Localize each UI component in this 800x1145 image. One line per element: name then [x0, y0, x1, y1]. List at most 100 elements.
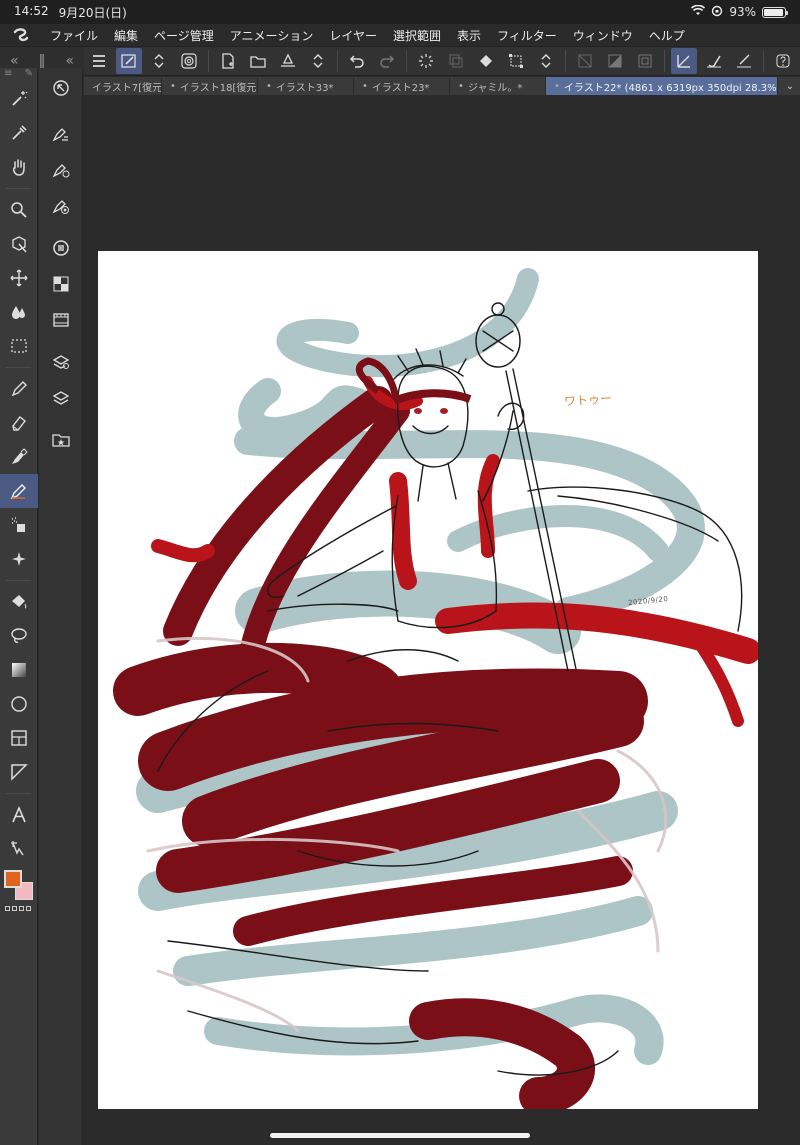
chevron-updown-icon[interactable]: [146, 48, 172, 74]
menu-item[interactable]: ヘルプ: [641, 27, 693, 44]
new-file-icon[interactable]: [215, 48, 241, 74]
undo-icon[interactable]: [344, 48, 370, 74]
open-folder-icon[interactable]: [245, 48, 271, 74]
menu-item[interactable]: フィルター: [489, 27, 565, 44]
menu-item[interactable]: ページ管理: [146, 27, 222, 44]
save-icon[interactable]: [275, 48, 301, 74]
layer-property-icon[interactable]: [39, 344, 83, 380]
magic-wand-tool-icon[interactable]: [0, 82, 38, 116]
fill-tool-icon[interactable]: [0, 585, 38, 619]
tab-document-active[interactable]: • イラスト22* (4861 x 6319px 350dpi 28.3%): [546, 77, 778, 95]
material-folder-icon[interactable]: [39, 422, 83, 458]
layers-icon[interactable]: [39, 380, 83, 416]
color-mode-strip[interactable]: [0, 906, 37, 911]
ink-pen-tool-icon[interactable]: [0, 474, 38, 508]
command-bar: « ‖ «: [0, 46, 800, 76]
color-set-icon[interactable]: [39, 266, 83, 302]
home-indicator[interactable]: [270, 1133, 530, 1138]
selection-border-icon[interactable]: [632, 48, 658, 74]
frame-border-tool-icon[interactable]: [0, 721, 38, 755]
tab-label: イラスト33*: [275, 82, 334, 94]
loading-spinner-icon[interactable]: [413, 48, 439, 74]
blend-tool-icon[interactable]: [0, 295, 38, 329]
zoom-tool-icon[interactable]: [0, 193, 38, 227]
lasso-fill-tool-icon[interactable]: [0, 619, 38, 653]
deselect-icon[interactable]: [572, 48, 598, 74]
gradient-tool-icon[interactable]: [0, 653, 38, 687]
brush-settings-icon[interactable]: [39, 152, 83, 188]
menu-item[interactable]: ファイル: [42, 27, 106, 44]
layer-copy-icon[interactable]: [443, 48, 469, 74]
fill-brush-tool-icon[interactable]: [0, 440, 38, 474]
menu-item[interactable]: 表示: [449, 27, 489, 44]
canvas-area[interactable]: ワトゥー 2020/9/20: [84, 95, 800, 1145]
spiral-icon[interactable]: [176, 48, 202, 74]
separator: [208, 50, 209, 72]
separator: [406, 50, 407, 72]
text-tool-icon[interactable]: [0, 798, 38, 832]
navigator-icon[interactable]: [39, 70, 83, 106]
collapse-left-icon[interactable]: «: [10, 53, 19, 69]
eyedropper-tool-icon[interactable]: [0, 116, 38, 150]
tabs-dropdown-icon[interactable]: ⌄: [780, 81, 800, 92]
panel-grip-icon[interactable]: ‖: [38, 53, 45, 69]
main-color-swatch[interactable]: [4, 870, 22, 888]
edit-mode-icon[interactable]: [116, 48, 142, 74]
redo-icon[interactable]: [374, 48, 400, 74]
timeline-icon[interactable]: [39, 302, 83, 338]
separator: [763, 50, 764, 72]
menu-item[interactable]: レイヤー: [321, 27, 385, 44]
menu-item[interactable]: 選択範囲: [385, 27, 449, 44]
tool-property-icon[interactable]: [39, 116, 83, 152]
airbrush-tool-icon[interactable]: [0, 508, 38, 542]
brush-size-icon[interactable]: [39, 188, 83, 224]
drawing-canvas[interactable]: ワトゥー 2020/9/20: [98, 251, 758, 1109]
object-tool-icon[interactable]: [0, 227, 38, 261]
tab-document[interactable]: • イラスト18[復元: [162, 77, 258, 95]
ruler-snap-icon[interactable]: [671, 48, 697, 74]
selection-tool-icon[interactable]: [0, 329, 38, 363]
document-tab-bar: イラスト7[復元 • イラスト18[復元 • イラスト33* • イラスト23* • ジ…: [84, 77, 800, 95]
move-tool-icon[interactable]: [0, 261, 38, 295]
fill-bucket-icon[interactable]: [473, 48, 499, 74]
status-date: 9月20日(日): [58, 5, 127, 20]
help-icon[interactable]: [770, 48, 796, 74]
color-swatches[interactable]: [0, 866, 38, 906]
figure-tool-icon[interactable]: [0, 687, 38, 721]
separator: [664, 50, 665, 72]
main-menu-icon[interactable]: [86, 48, 112, 74]
chevron-updown-icon[interactable]: [533, 48, 559, 74]
palette-menu-icon[interactable]: ≡: [4, 68, 12, 82]
decoration-tool-icon[interactable]: [0, 542, 38, 576]
eraser-tool-icon[interactable]: [0, 406, 38, 440]
hand-tool-icon[interactable]: [0, 150, 38, 184]
menu-item[interactable]: 編集: [106, 27, 146, 44]
pen-line-icon[interactable]: [731, 48, 757, 74]
tab-dot-icon: •: [362, 80, 368, 92]
artwork-illustration: [113, 268, 758, 1109]
ruler-tool-icon[interactable]: [0, 755, 38, 789]
palette-pen-icon[interactable]: ✎: [25, 68, 33, 82]
tab-document[interactable]: イラスト7[復元: [84, 77, 162, 95]
pen-tool-icon[interactable]: [0, 372, 38, 406]
palette-header: ≡ ✎: [0, 68, 37, 82]
battery-percent: 93%: [729, 5, 756, 19]
tab-document[interactable]: • イラスト23*: [354, 77, 450, 95]
tab-document[interactable]: • ジャミル。*: [450, 77, 546, 95]
tab-dot-icon: •: [554, 80, 560, 92]
separator: [6, 188, 31, 189]
app-logo-icon[interactable]: [0, 24, 42, 46]
menu-item[interactable]: ウィンドウ: [565, 27, 641, 44]
color-wheel-icon[interactable]: [39, 230, 83, 266]
chevron-updown-icon[interactable]: [305, 48, 331, 74]
operation-tool-icon[interactable]: [0, 832, 38, 866]
brush-stroke-icon[interactable]: [701, 48, 727, 74]
tab-label: イラスト22* (4861 x 6319px 350dpi 28.3%): [563, 82, 778, 94]
invert-selection-icon[interactable]: [602, 48, 628, 74]
status-time: 14:52: [14, 3, 49, 18]
tab-document[interactable]: • イラスト33*: [258, 77, 354, 95]
collapse-right-icon[interactable]: «: [65, 53, 74, 69]
wifi-icon: [691, 4, 706, 19]
menu-item[interactable]: アニメーション: [222, 27, 322, 44]
transform-icon[interactable]: [503, 48, 529, 74]
